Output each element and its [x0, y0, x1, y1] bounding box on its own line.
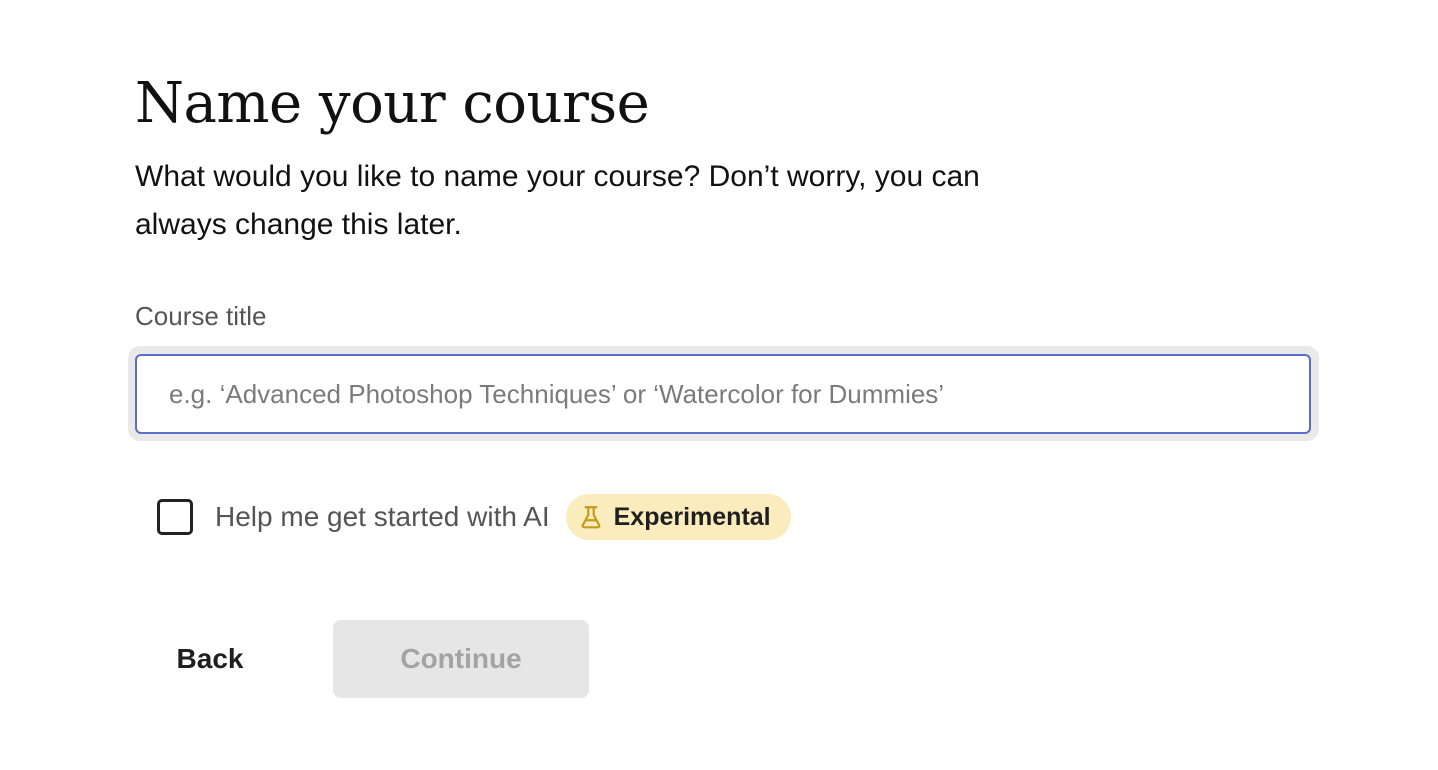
course-title-label: Course title [135, 301, 267, 331]
experimental-badge: Experimental [565, 494, 791, 540]
experimental-badge-label: Experimental [613, 502, 771, 531]
ai-assist-row: Help me get started with AI Experimental [157, 494, 791, 540]
course-setup-page: Name your course What would you like to … [0, 0, 1438, 770]
page-subtitle: What would you like to name your course?… [135, 160, 980, 241]
back-button[interactable]: Back [155, 620, 265, 698]
page-title: Name your course [135, 71, 650, 136]
continue-button[interactable]: Continue [333, 620, 589, 698]
ai-assist-label[interactable]: Help me get started with AI [215, 501, 550, 533]
ai-assist-checkbox[interactable] [157, 499, 193, 535]
flask-icon [578, 504, 614, 530]
course-title-input[interactable] [135, 354, 1311, 434]
